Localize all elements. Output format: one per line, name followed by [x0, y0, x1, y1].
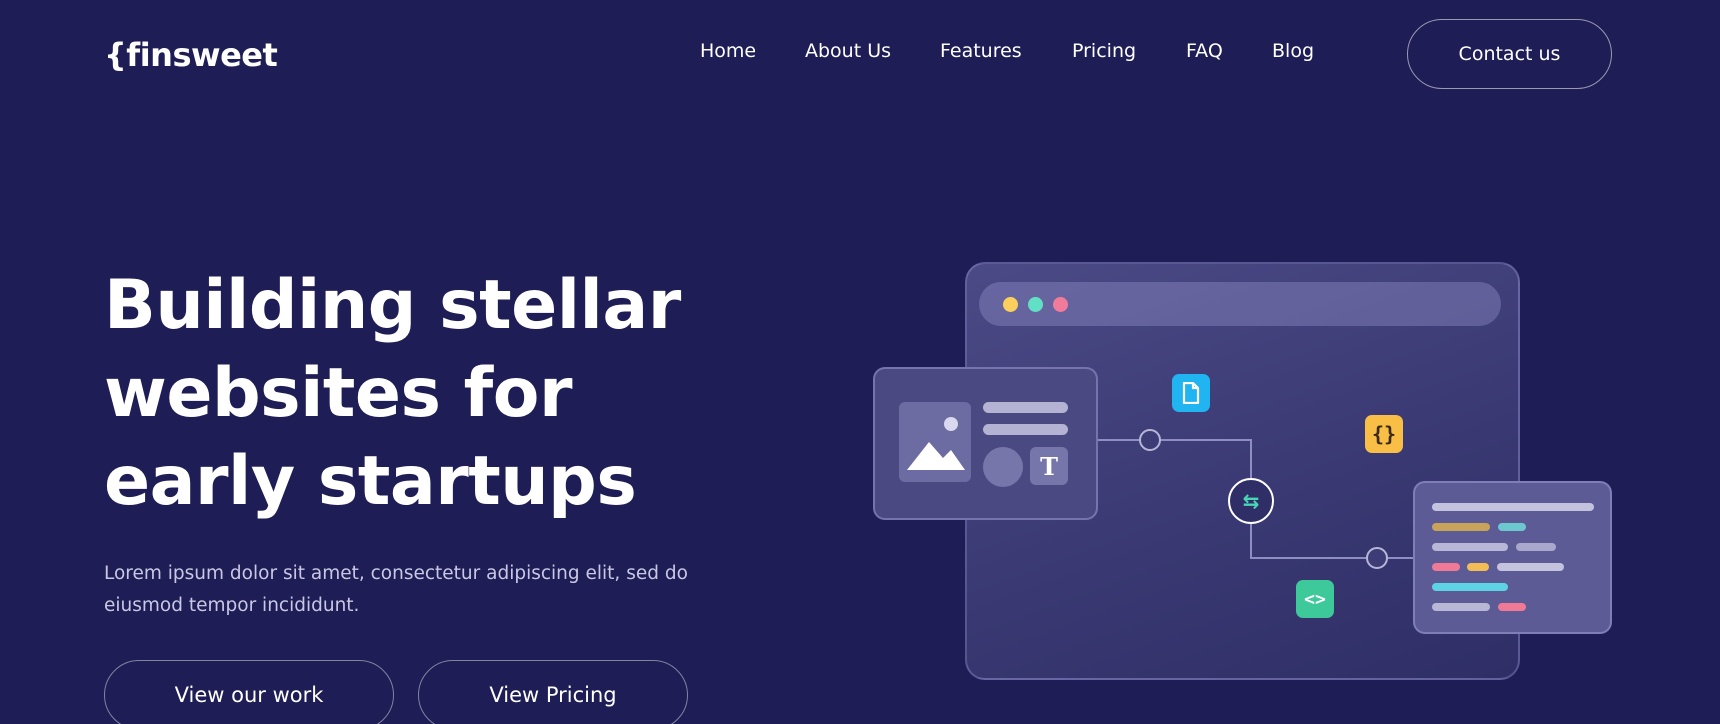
- sync-icon: ⇆: [1228, 478, 1274, 524]
- code-line-6a: [1432, 603, 1490, 611]
- text-line-2: [983, 424, 1068, 435]
- circle-shape: [983, 447, 1023, 487]
- code-line-4b: [1467, 563, 1489, 571]
- window-dot-pink: [1053, 297, 1068, 312]
- nav-blog[interactable]: Blog: [1272, 40, 1314, 62]
- code-line-3a: [1432, 543, 1508, 551]
- file-icon: [1172, 374, 1210, 412]
- connector-line-top: [1098, 439, 1252, 478]
- code-line-2b: [1498, 523, 1526, 531]
- hero-title: Building stellar websites for early star…: [104, 266, 681, 521]
- code-line-6b: [1498, 603, 1526, 611]
- text-icon: T: [1030, 447, 1068, 485]
- connector-node-left: [1139, 429, 1161, 451]
- window-dot-teal: [1028, 297, 1043, 312]
- finsweet-logo[interactable]: {finsweet: [104, 36, 278, 74]
- text-line-1: [983, 402, 1068, 413]
- window-dot-yellow: [1003, 297, 1018, 312]
- view-pricing-button[interactable]: View Pricing: [418, 660, 688, 724]
- nav-pricing[interactable]: Pricing: [1072, 40, 1136, 62]
- code-line-4a: [1432, 563, 1460, 571]
- nav-faq[interactable]: FAQ: [1186, 40, 1223, 62]
- code-line-4c: [1497, 563, 1564, 571]
- hero-subtitle: Lorem ipsum dolor sit amet, consectetur …: [104, 563, 688, 616]
- code-line-2a: [1432, 523, 1490, 531]
- nav-about-us[interactable]: About Us: [805, 40, 891, 62]
- connector-line-bottom: [1250, 524, 1413, 559]
- nav-features[interactable]: Features: [940, 40, 1022, 62]
- braces-icon: {}: [1365, 415, 1403, 453]
- contact-us-button[interactable]: Contact us: [1407, 19, 1612, 89]
- code-line-5: [1432, 583, 1508, 591]
- content-card-graphic: T: [873, 367, 1098, 520]
- connector-node-right: [1366, 547, 1388, 569]
- code-line-3b: [1516, 543, 1556, 551]
- code-card-graphic: [1413, 481, 1612, 634]
- view-our-work-button[interactable]: View our work: [104, 660, 394, 724]
- browser-address-bar: [979, 282, 1501, 326]
- code-icon: <>: [1296, 580, 1334, 618]
- browser-window-graphic: [965, 262, 1520, 680]
- code-line-1: [1432, 503, 1594, 511]
- nav-home[interactable]: Home: [700, 40, 756, 62]
- page: {finsweet Home About Us Features Pricing…: [0, 0, 1720, 724]
- image-icon: [899, 402, 971, 482]
